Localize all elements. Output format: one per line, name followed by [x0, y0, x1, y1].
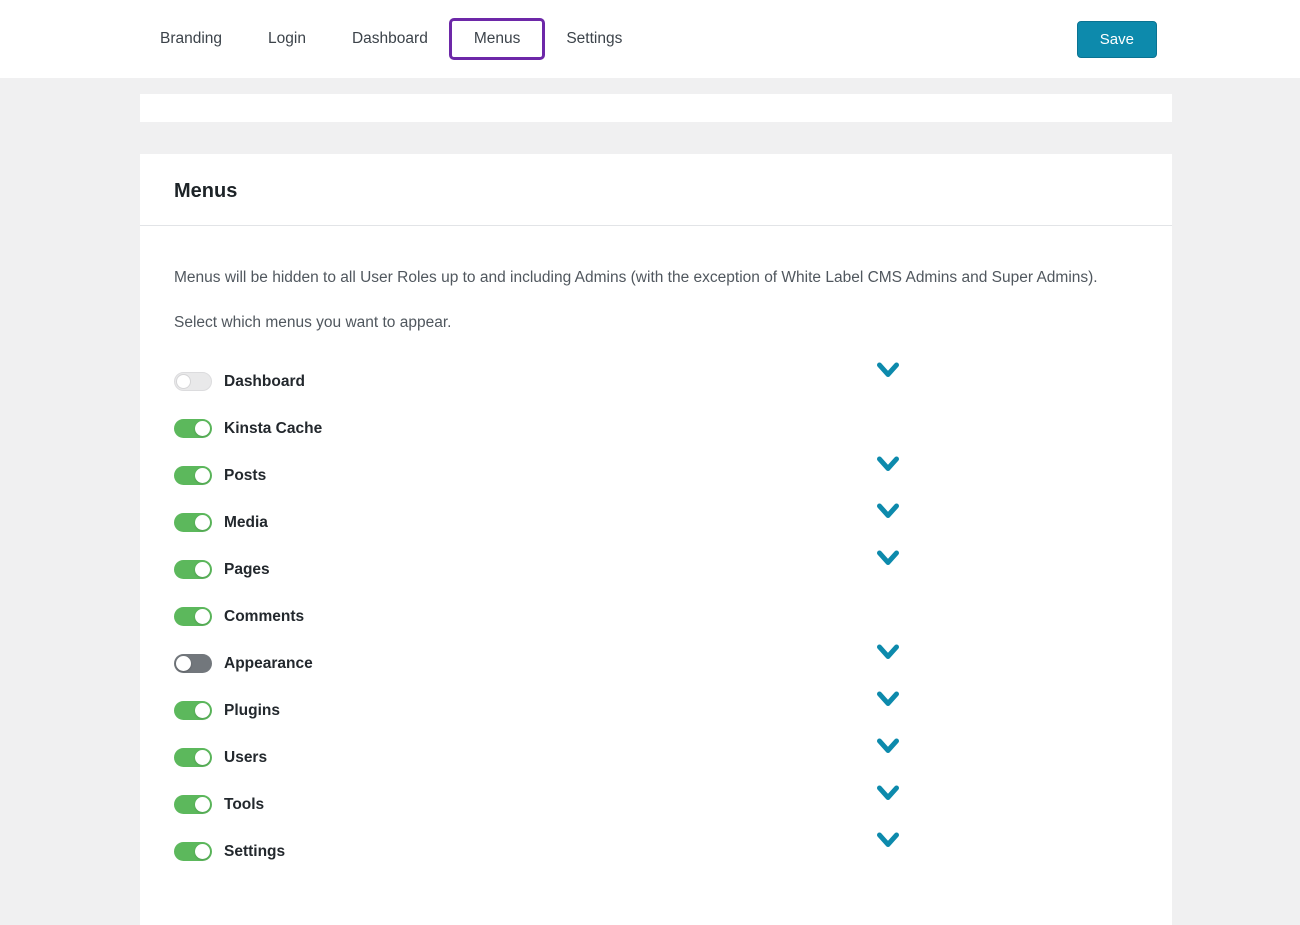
tab-menus[interactable]: Menus	[449, 18, 546, 60]
chevron-down-icon[interactable]	[876, 785, 900, 802]
menu-label: Comments	[224, 608, 304, 626]
menu-row: Tools	[174, 781, 900, 828]
menu-label: Tools	[224, 796, 264, 814]
toggle-appearance[interactable]	[174, 654, 212, 673]
menu-list: Dashboard Kinsta Cache Posts Media	[174, 358, 1138, 875]
menu-row: Plugins	[174, 687, 900, 734]
toggle-knob	[195, 797, 210, 812]
tab-settings[interactable]: Settings	[566, 20, 622, 58]
menu-label: Plugins	[224, 702, 280, 720]
chevron-down-icon[interactable]	[876, 503, 900, 520]
menus-panel: Menus Menus will be hidden to all User R…	[140, 154, 1172, 925]
menu-label: Pages	[224, 561, 270, 579]
menu-row: Posts	[174, 452, 900, 499]
menu-row: Dashboard	[174, 358, 900, 405]
menu-row: Users	[174, 734, 900, 781]
tab-login[interactable]: Login	[268, 20, 306, 58]
chevron-down-icon[interactable]	[876, 691, 900, 708]
toggle-media[interactable]	[174, 513, 212, 532]
menu-row: Kinsta Cache	[174, 405, 900, 452]
toggle-comments[interactable]	[174, 607, 212, 626]
top-navigation: Branding Login Dashboard Menus Settings …	[0, 0, 1300, 78]
toggle-tools[interactable]	[174, 795, 212, 814]
menu-row: Media	[174, 499, 900, 546]
menu-row: Pages	[174, 546, 900, 593]
menu-label: Users	[224, 749, 267, 767]
toggle-knob	[195, 844, 210, 859]
menu-label: Media	[224, 514, 268, 532]
menu-row: Settings	[174, 828, 900, 875]
panel-title: Menus	[174, 180, 1138, 203]
menus-description: Menus will be hidden to all User Roles u…	[174, 266, 1124, 290]
tab-branding[interactable]: Branding	[160, 20, 222, 58]
menu-row: Appearance	[174, 640, 900, 687]
menus-subdescription: Select which menus you want to appear.	[174, 314, 1138, 332]
previous-panel-bottom	[140, 94, 1172, 122]
toggle-posts[interactable]	[174, 466, 212, 485]
toggle-knob	[195, 468, 210, 483]
nav-tabs: Branding Login Dashboard Menus Settings	[160, 18, 1077, 60]
chevron-down-icon[interactable]	[876, 456, 900, 473]
panel-header: Menus	[140, 154, 1172, 226]
toggle-knob	[195, 750, 210, 765]
toggle-knob	[195, 515, 210, 530]
chevron-down-icon[interactable]	[876, 832, 900, 849]
toggle-knob	[195, 703, 210, 718]
toggle-knob	[176, 374, 191, 389]
toggle-settings[interactable]	[174, 842, 212, 861]
panel-body: Menus will be hidden to all User Roles u…	[140, 226, 1172, 905]
toggle-knob	[195, 562, 210, 577]
menu-label: Kinsta Cache	[224, 420, 322, 438]
tab-dashboard[interactable]: Dashboard	[352, 20, 428, 58]
toggle-users[interactable]	[174, 748, 212, 767]
chevron-down-icon[interactable]	[876, 644, 900, 661]
chevron-down-icon[interactable]	[876, 738, 900, 755]
content-column: Menus Menus will be hidden to all User R…	[140, 94, 1172, 925]
menu-label: Appearance	[224, 655, 313, 673]
toggle-dashboard[interactable]	[174, 372, 212, 391]
save-button[interactable]: Save	[1077, 21, 1157, 58]
chevron-down-icon[interactable]	[876, 362, 900, 379]
menu-label: Settings	[224, 843, 285, 861]
toggle-plugins[interactable]	[174, 701, 212, 720]
menu-row: Comments	[174, 593, 900, 640]
toggle-knob	[195, 609, 210, 624]
chevron-down-icon[interactable]	[876, 550, 900, 567]
toggle-pages[interactable]	[174, 560, 212, 579]
toggle-kinsta-cache[interactable]	[174, 419, 212, 438]
menu-label: Posts	[224, 467, 266, 485]
toggle-knob	[176, 656, 191, 671]
toggle-knob	[195, 421, 210, 436]
menu-label: Dashboard	[224, 373, 305, 391]
